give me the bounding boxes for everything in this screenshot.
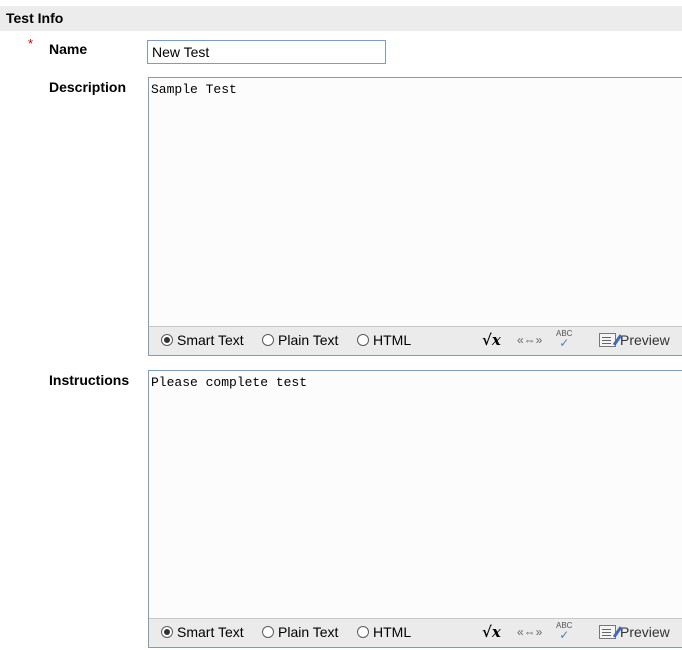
instructions-preview-button[interactable]: Preview — [599, 624, 670, 640]
radio-unselected-icon — [262, 334, 274, 346]
description-smart-text-radio[interactable]: Smart Text — [161, 332, 244, 348]
radio-unselected-icon — [357, 334, 369, 346]
instructions-textarea[interactable]: Please complete test — [149, 371, 682, 618]
preview-icon — [599, 625, 616, 639]
description-html-radio[interactable]: HTML — [357, 332, 411, 348]
radio-unselected-icon — [357, 626, 369, 638]
radio-unselected-icon — [262, 626, 274, 638]
instructions-label: Instructions — [49, 372, 130, 388]
name-input[interactable] — [147, 40, 386, 64]
description-editor: Sample Test Smart Text Plain Text HTML √… — [148, 77, 682, 356]
radio-selected-icon — [161, 334, 173, 346]
plain-text-label: Plain Text — [278, 332, 339, 348]
required-marker: * — [28, 36, 34, 51]
equation-icon[interactable]: √x — [482, 331, 501, 349]
smart-text-label: Smart Text — [177, 624, 244, 640]
html-tags-icon[interactable]: «⇔» — [517, 333, 542, 347]
radio-selected-icon — [161, 626, 173, 638]
instructions-editor: Please complete test Smart Text Plain Te… — [148, 370, 682, 648]
description-textarea[interactable]: Sample Test — [149, 78, 682, 326]
section-title: Test Info — [6, 10, 64, 26]
preview-label: Preview — [620, 332, 670, 348]
instructions-plain-text-radio[interactable]: Plain Text — [262, 624, 338, 640]
html-label: HTML — [373, 332, 412, 348]
instructions-html-radio[interactable]: HTML — [357, 624, 411, 640]
preview-icon — [599, 333, 616, 347]
html-label: HTML — [373, 624, 412, 640]
instructions-toolbar: Smart Text Plain Text HTML √x «⇔» ABC ✓ P… — [149, 618, 682, 647]
section-header: Test Info — [0, 6, 682, 31]
html-tags-icon[interactable]: «⇔» — [517, 625, 542, 639]
plain-text-label: Plain Text — [278, 624, 339, 640]
description-plain-text-radio[interactable]: Plain Text — [262, 332, 338, 348]
name-label: Name — [49, 41, 88, 57]
equation-icon[interactable]: √x — [482, 623, 501, 641]
spellcheck-icon[interactable]: ABC ✓ — [556, 622, 572, 642]
description-label: Description — [49, 79, 127, 95]
spellcheck-icon[interactable]: ABC ✓ — [556, 330, 572, 350]
description-preview-button[interactable]: Preview — [599, 332, 670, 348]
preview-label: Preview — [620, 624, 670, 640]
description-toolbar: Smart Text Plain Text HTML √x «⇔» ABC ✓ P… — [149, 326, 682, 355]
instructions-smart-text-radio[interactable]: Smart Text — [161, 624, 244, 640]
smart-text-label: Smart Text — [177, 332, 244, 348]
